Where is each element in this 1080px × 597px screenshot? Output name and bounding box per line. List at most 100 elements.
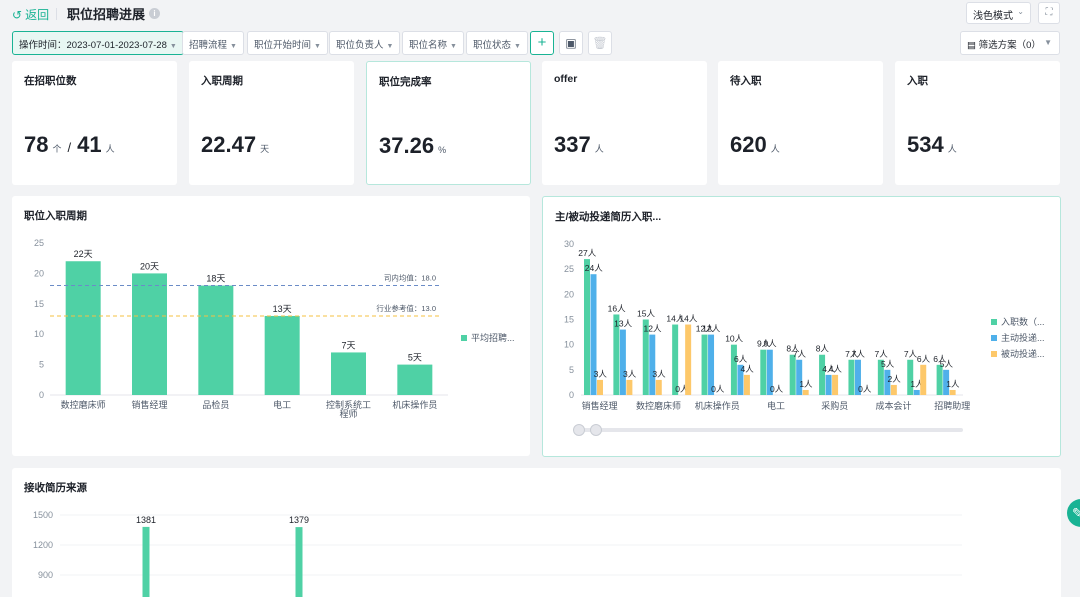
caret-down-icon: ▼ [386,43,394,50]
y-tick-label: 30 [564,239,574,249]
bar [655,379,662,395]
data-label: 20天 [140,261,159,271]
kpi-card-onboarded: 入职 534 人 [895,61,1060,185]
filter-recruit-process[interactable]: 招聘流程 ▼ [182,31,244,55]
plus-icon: + [537,34,547,51]
delete-button[interactable]: 🗑 [588,31,612,55]
y-tick-label: 10 [564,340,574,350]
kpi-card-onboard-cycle: 入职周期 22.47 天 [189,61,354,185]
back-button[interactable]: ↺ 返回 [12,6,49,23]
save-button[interactable]: ▣ [559,31,583,55]
kpi-title: 在招职位数 [24,75,77,87]
save-icon: ▣ [565,36,577,50]
filter-operation-time[interactable]: 操作时间：2023-07-01-2023-07-28 ▼ [12,31,184,55]
kpi-number: 337 [554,132,591,157]
kpi-number: 534 [907,132,944,157]
kpi-value: 620 人 [730,132,780,158]
document-icon: ▤ [967,40,976,51]
legend-label: 主动投递... [1001,332,1045,343]
x-tick-label: 电工 [273,399,291,410]
data-label: 27人 [578,248,596,258]
data-label: 13天 [273,304,292,314]
y-tick-label: 1500 [33,510,53,520]
filter-label: 职位状态 [473,40,512,51]
data-label: 5人 [940,359,954,369]
x-tick-label: 机床操作员 [392,399,437,410]
fullscreen-icon[interactable]: ⛶ [1038,2,1060,24]
data-label: 10人 [725,334,743,344]
bar [619,329,626,395]
kpi-value: 22.47 天 [201,132,269,158]
y-tick-label: 25 [564,264,574,274]
legend-swatch [991,335,997,341]
legend-label: 被动投递... [1001,348,1045,359]
filter-position-owner[interactable]: 职位负责人 ▼ [329,31,401,55]
bar [397,364,433,395]
bar [825,374,832,395]
kpi-unit: 人 [594,144,604,154]
kpi-value: 337 人 [554,132,604,158]
bar [626,379,633,395]
filter-label: 操作时间：2023-07-01-2023-07-28 [19,40,167,51]
chart-panel-application-source: 主/被动投递简历入职... 0 5 10 15 20 25 30 27人 24人 3人 销售经理 16… [542,196,1061,457]
filter-scheme-button[interactable]: ▤ 筛选方案（0） ▼ [960,31,1060,55]
resume-source-chart: 900 1200 1500 1381 1379 [33,510,962,597]
legend-swatch [991,319,997,325]
kpi-card-pending-onboard: 待入职 620 人 [718,61,883,185]
data-label: 12人 [702,324,720,334]
bar [65,261,101,395]
legend-label: 平均招聘... [471,332,515,343]
bar [890,384,897,395]
kpi-unit: 人 [770,144,780,154]
kpi-unit: 个 [52,144,62,154]
bar [936,364,943,395]
kpi-unit: 人 [947,144,957,154]
data-label: 1379 [289,515,309,525]
chevron-down-icon: ⌄ [1017,7,1024,16]
legend-swatch [991,351,997,357]
data-label: 22天 [74,249,93,259]
bar [802,389,809,395]
bar [907,359,914,395]
kpi-title: 职位完成率 [379,76,432,88]
theme-mode-select[interactable]: 浅色模式 ⌄ [966,2,1031,24]
legend-swatch [461,335,467,341]
filter-position-status[interactable]: 职位状态 ▼ [466,31,528,55]
chart-panel-resume-source: 接收简历来源 900 1200 1500 1381 1379 [12,468,1061,597]
x-tick-label: 销售经理 [131,399,167,410]
filter-position-start-time[interactable]: 职位开始时间 ▼ [247,31,328,55]
kpi-number-secondary: 41 [77,132,102,157]
x-tick-label: 数控磨床师 [636,400,681,411]
y-tick-label: 20 [564,289,574,299]
bar [913,389,920,395]
x-tick-label: 招聘助理 [934,400,970,411]
bar [198,285,234,395]
filter-position-name[interactable]: 职位名称 ▼ [402,31,464,55]
bar [142,526,150,597]
y-tick-label: 15 [564,315,574,325]
caret-down-icon: ▼ [230,43,237,50]
x-tick-label: 数控磨床师 [61,399,106,410]
bar [701,334,708,395]
onboard-cycle-chart: 051015202522天数控磨床师20天销售经理18天品检员13天电工7天控制… [34,238,515,419]
filter-label: 招聘流程 [189,40,228,51]
divider [56,8,57,20]
data-label: 1人 [799,379,813,389]
data-label: 5人 [881,359,895,369]
data-label: 1381 [136,515,156,525]
legend-label: 入职数（... [1001,316,1045,327]
data-label: 13人 [614,319,632,329]
y-tick-label: 5 [39,360,44,370]
data-label: 7天 [341,340,355,350]
bar [743,374,750,395]
data-label: 3人 [623,369,637,379]
floating-action-button[interactable]: ✎ [1067,499,1080,527]
bar [295,527,303,597]
bar [331,352,366,395]
info-icon[interactable]: i [149,8,160,19]
data-label: 6人 [734,354,748,364]
add-filter-button[interactable]: + [530,31,554,55]
data-label: 0人 [770,384,784,394]
data-label: 2人 [887,374,901,384]
data-label: 24人 [585,263,603,273]
